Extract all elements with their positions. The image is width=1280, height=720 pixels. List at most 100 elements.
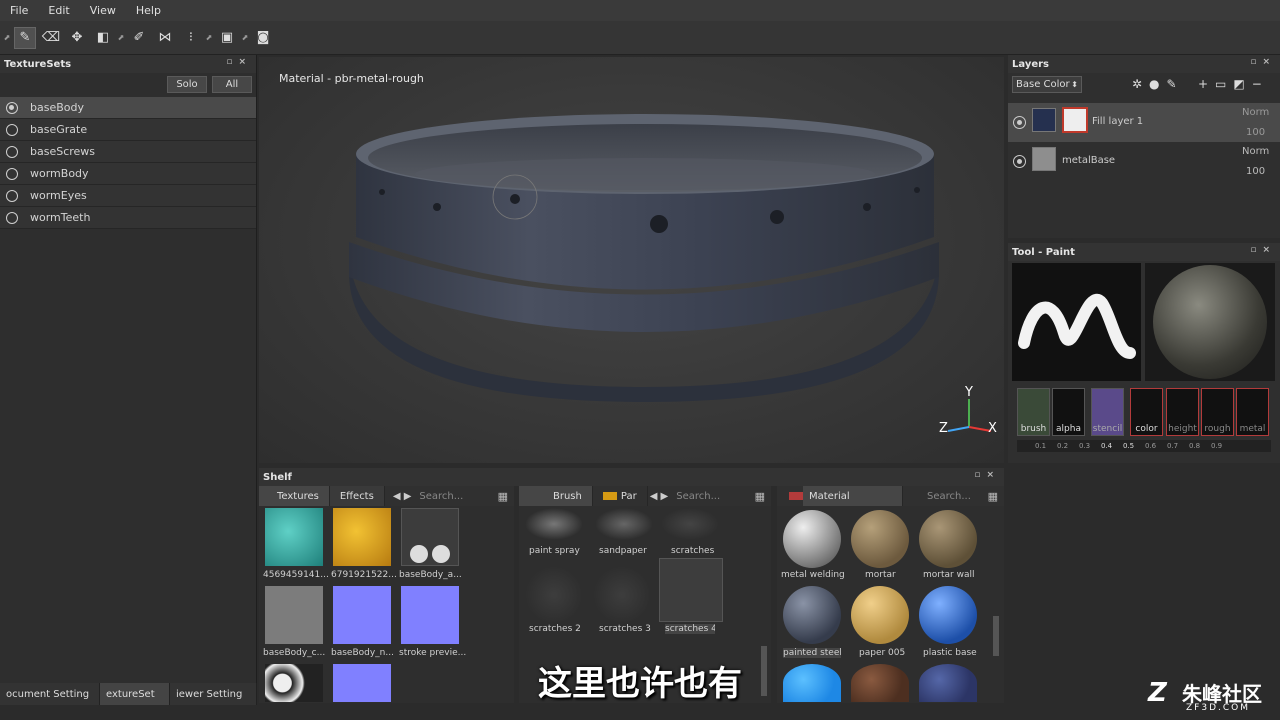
popout-icon[interactable]: ⬈	[2, 27, 12, 49]
channel-metal[interactable]: metal	[1236, 388, 1269, 436]
tab-document-settings[interactable]: ocument Setting	[0, 683, 100, 705]
material-thumb-3[interactable]	[919, 510, 977, 568]
layer-mask-swatch[interactable]	[1062, 107, 1088, 133]
nav-arrows-icon[interactable]: ◀ ▶	[393, 491, 412, 502]
textureset-row-wormeyes[interactable]: wormEyes	[0, 185, 256, 207]
texture-thumb-7[interactable]	[265, 664, 323, 702]
texture-thumb-4[interactable]	[265, 586, 323, 644]
texture-thumb-5[interactable]	[333, 586, 391, 644]
popout-icon-3[interactable]: ⬈	[204, 27, 214, 49]
paint-brush-tool-icon[interactable]: ✎	[14, 26, 36, 49]
texture-thumb-1[interactable]	[265, 508, 323, 566]
material-thumb-5[interactable]	[851, 586, 909, 644]
middle-scrollbar[interactable]	[761, 646, 767, 696]
channel-rough[interactable]: rough	[1201, 388, 1234, 436]
textureset-row-basescrews[interactable]: baseScrews	[0, 141, 256, 163]
projection-tool-icon[interactable]: ✥	[66, 27, 88, 49]
radio-icon[interactable]	[6, 211, 18, 224]
radio-icon[interactable]	[6, 167, 18, 180]
layer-effect-icons[interactable]: ✲●✎	[1132, 77, 1184, 91]
brush-thumb-4[interactable]	[525, 566, 583, 624]
shelf-left-search[interactable]: Search...	[411, 491, 463, 502]
material-thumb-1[interactable]	[783, 510, 841, 568]
tab-brush[interactable]: Brush	[519, 486, 593, 506]
material-thumb-9[interactable]	[919, 664, 977, 702]
all-button[interactable]: All	[212, 76, 252, 93]
brush-thumb-1[interactable]	[525, 508, 583, 540]
texture-thumb-3[interactable]	[401, 508, 459, 566]
shelf-right-search[interactable]: Search...	[919, 491, 971, 502]
visibility-eye-icon[interactable]	[1013, 116, 1026, 129]
brush-thumb-5[interactable]	[593, 566, 651, 624]
menu-file[interactable]: File	[0, 4, 38, 17]
popout-icon-2[interactable]: ⬈	[116, 27, 126, 49]
texture-thumb-8[interactable]	[333, 664, 391, 702]
material-thumb-4[interactable]	[783, 586, 841, 644]
panel-controls-icon[interactable]: ▫×	[974, 470, 1000, 480]
menu-view[interactable]: View	[80, 4, 126, 17]
layer-row-fill-layer-1[interactable]: Fill layer 1 Norm 100	[1008, 103, 1280, 142]
channel-stencil[interactable]: stencil	[1091, 388, 1124, 436]
texturesets-toolbar: Solo All	[0, 73, 256, 97]
camera-icon[interactable]: ◙	[252, 27, 274, 49]
color-picker-icon[interactable]: ✐	[128, 27, 150, 49]
material-thumb-2[interactable]	[851, 510, 909, 568]
layer-row-metalbase[interactable]: metalBase Norm 100	[1008, 142, 1280, 181]
view-3d-icon[interactable]: ▣	[216, 27, 238, 49]
grid-view-icon[interactable]: ▦	[988, 490, 998, 503]
grid-view-icon[interactable]: ▦	[498, 490, 508, 503]
shelf-header: Shelf ▫×	[259, 468, 1004, 486]
radio-icon[interactable]	[6, 123, 18, 136]
menu-edit[interactable]: Edit	[38, 4, 79, 17]
eraser-tool-icon[interactable]: ⌫	[40, 27, 62, 49]
textureset-label: baseGrate	[30, 123, 88, 136]
polygon-fill-tool-icon[interactable]: ◧	[92, 27, 114, 49]
panel-controls-icon[interactable]: ▫×	[1250, 245, 1276, 255]
textureset-row-wormbody[interactable]: wormBody	[0, 163, 256, 185]
channel-brush[interactable]: brush	[1017, 388, 1050, 436]
textureset-row-wormteeth[interactable]: wormTeeth	[0, 207, 256, 229]
brush-thumb-2[interactable]	[595, 508, 653, 540]
radio-icon[interactable]	[6, 145, 18, 158]
layer-opacity[interactable]: 100	[1246, 127, 1265, 138]
channel-color[interactable]: color	[1130, 388, 1163, 436]
brush-thumb-3[interactable]	[661, 508, 719, 540]
texture-thumb-2[interactable]	[333, 508, 391, 566]
layer-blend[interactable]: Norm	[1242, 146, 1269, 157]
menu-help[interactable]: Help	[126, 4, 171, 17]
nav-arrows-icon[interactable]: ◀ ▶	[650, 491, 669, 502]
layer-blend[interactable]: Norm	[1242, 107, 1269, 118]
shelf-middle-search[interactable]: Search...	[668, 491, 720, 502]
tab-particles[interactable]: Par	[616, 486, 648, 506]
symmetry-icon[interactable]: ⋈	[154, 27, 176, 49]
panel-controls-icon[interactable]: ▫×	[226, 57, 252, 67]
symmetry-axis-icon[interactable]: ⁝	[180, 27, 202, 49]
channel-alpha[interactable]: alpha	[1052, 388, 1085, 436]
material-thumb-6[interactable]	[919, 586, 977, 644]
channel-dropdown[interactable]: Base Color ⬍	[1012, 76, 1082, 93]
textureset-row-basebody[interactable]: baseBody	[0, 97, 256, 119]
layer-opacity[interactable]: 100	[1246, 166, 1265, 177]
layer-add-icons[interactable]: +▭◩−	[1198, 77, 1269, 91]
tab-textureset-settings[interactable]: extureSet	[100, 683, 170, 705]
radio-icon[interactable]	[6, 189, 18, 202]
material-thumb-8[interactable]	[851, 664, 909, 702]
material-thumb-7[interactable]	[783, 664, 841, 702]
tab-material[interactable]: Material	[803, 486, 903, 506]
panel-controls-icon[interactable]: ▫×	[1250, 57, 1276, 67]
right-scrollbar[interactable]	[993, 616, 999, 656]
textureset-row-basegrate[interactable]: baseGrate	[0, 119, 256, 141]
brush-thumb-6[interactable]	[659, 558, 723, 622]
3d-viewport[interactable]: Material - pbr-metal-rough Y Z X	[259, 57, 1004, 463]
tab-textures[interactable]: Textures	[259, 486, 330, 506]
tool-scale-bar[interactable]: 0.1 0.2 0.3 0.4 0.5 0.6 0.7 0.8 0.9	[1017, 440, 1271, 452]
grid-view-icon[interactable]: ▦	[755, 490, 765, 503]
radio-icon[interactable]	[6, 101, 18, 114]
texture-thumb-6[interactable]	[401, 586, 459, 644]
visibility-eye-icon[interactable]	[1013, 155, 1026, 168]
channel-height[interactable]: height	[1166, 388, 1199, 436]
tab-viewer-settings[interactable]: iewer Setting	[170, 683, 257, 705]
popout-icon-4[interactable]: ⬈	[240, 27, 250, 49]
tab-effects[interactable]: Effects	[329, 486, 385, 506]
solo-button[interactable]: Solo	[167, 76, 207, 93]
